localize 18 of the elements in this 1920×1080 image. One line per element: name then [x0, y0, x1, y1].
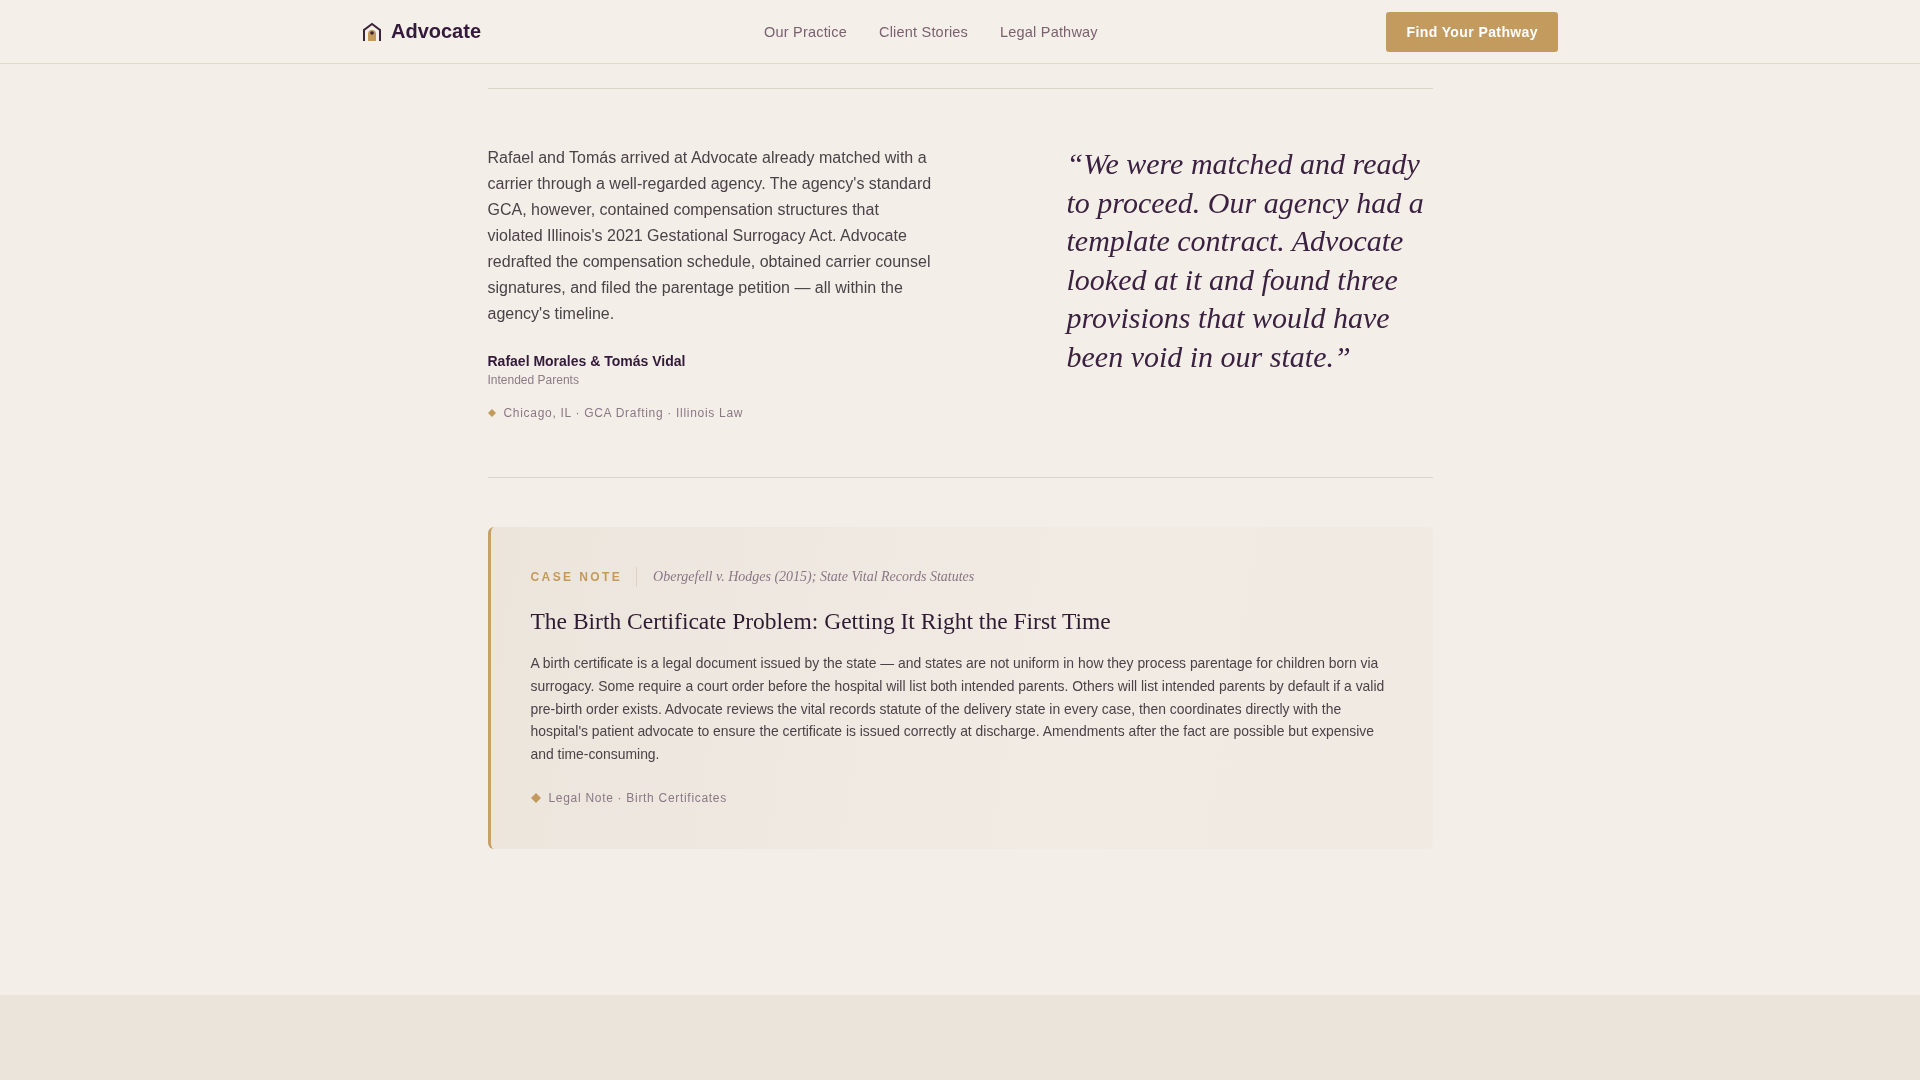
case-note-title: The Birth Certificate Problem: Getting It Right the First Time: [530, 607, 1112, 635]
case-note-paragraph: A birth certificate is a legal document issued by the state — and states are not uniform in how they process parentage for children born via surrogacy. Some require a court order before the hospital will list both intended parents. Others will list intended parents by default if a valid pre-birth order exists. Advocate reviews the vital records statute of the delivery state in every case, then coordinates directly with the hospital's patient advocate to ensure the certificate is issued correctly at discharge. Amendments after the fact are possible but expensive and time-consuming.: [530, 654, 1386, 765]
diamond-icon: [487, 409, 496, 417]
house-icon: [362, 21, 382, 42]
nav-link[interactable]: Client Stories: [879, 23, 969, 40]
case-note-label: CASE NOTE: [530, 570, 623, 584]
find-pathway-button[interactable]: Find Your Pathway: [1386, 11, 1558, 52]
story-paragraph: Rafael and Tomás arrived at Advocate already matched with a carrier through a well-regarded agency. The agency's standard GCA, however, contained compensation structures that violated Illinois's 2021 Gestational Surrogacy Act. Advocate redrafted the compensation schedule, obtained carrier counsel signatures, and filed the parentage petition — all within the agency's timeline.: [487, 148, 933, 324]
case-citation: Obergefell v. Hodges (2015); State Vital Records Statutes: [653, 569, 975, 585]
client-role: Intended Parents: [487, 373, 579, 388]
case-note-tags: Legal Note · Birth Certificates: [548, 790, 727, 806]
brand-link[interactable]: Advocate: [362, 20, 482, 43]
client-quote: “We were matched and ready to proceed. Our agency had a template contract. Advocate looked at it and found three provisions that would have been void in our state.”: [1066, 146, 1425, 375]
client-name: Rafael Morales & Tomás Vidal: [487, 352, 686, 370]
story-tags: Chicago, IL · GCA Drafting · Illinois Law: [503, 405, 744, 421]
nav-link[interactable]: Our Practice: [764, 23, 847, 40]
diamond-icon: [530, 793, 541, 803]
nav-link[interactable]: Legal Pathway: [1000, 23, 1098, 40]
